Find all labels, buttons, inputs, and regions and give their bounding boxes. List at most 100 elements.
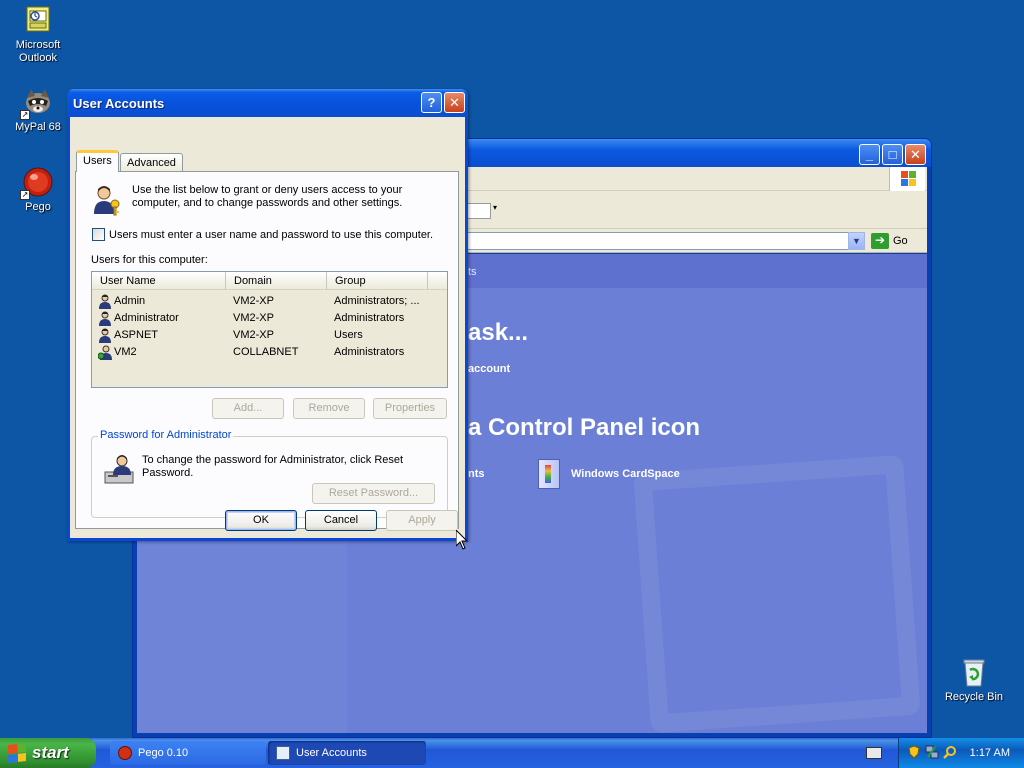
cancel-button[interactable]: Cancel xyxy=(305,510,377,531)
pego-icon xyxy=(118,746,132,760)
system-tray: 1:17 AM xyxy=(898,738,1024,768)
taskbar-button-user-accounts[interactable]: User Accounts xyxy=(268,741,426,765)
table-row[interactable]: VM2 COLLABNET Administrators xyxy=(92,344,447,361)
group-cell: Administrators xyxy=(334,312,405,324)
taskbar-button-pego[interactable]: Pego 0.10 xyxy=(110,741,266,765)
require-password-label[interactable]: Users must enter a user name and passwor… xyxy=(109,229,433,241)
user-icon xyxy=(98,311,113,326)
desktop-icon-mypal[interactable]: ↗ MyPal 68 xyxy=(0,86,76,134)
mouse-cursor-icon xyxy=(455,528,469,550)
keyboard-icon[interactable] xyxy=(866,747,882,759)
user-name-cell: ASPNET xyxy=(114,329,159,341)
group-cell: Administrators xyxy=(334,346,405,358)
password-group-title: Password for Administrator xyxy=(98,429,234,441)
pick-task-heading: ask... xyxy=(468,319,529,346)
search-icon[interactable] xyxy=(943,745,957,759)
network-icon[interactable] xyxy=(925,745,939,759)
desktop-icon-label: MyPal 68 xyxy=(15,121,61,133)
user-name-cell: Admin xyxy=(114,295,146,307)
views-icon[interactable] xyxy=(467,203,491,219)
go-button[interactable]: ➔ Go xyxy=(871,232,921,250)
header-text: ts xyxy=(468,266,477,278)
taskbar-button-label: User Accounts xyxy=(296,747,367,759)
minimize-button[interactable]: _ xyxy=(859,144,880,165)
windows-flag-icon xyxy=(8,743,26,763)
control-panel-item-accounts[interactable]: nts xyxy=(468,468,485,480)
user-icon xyxy=(98,294,113,309)
user-accounts-dialog[interactable]: User Accounts ? ✕ Users Advanced Use the… xyxy=(67,89,468,541)
group-cell: Users xyxy=(334,329,363,341)
help-button[interactable]: ? xyxy=(421,92,442,113)
desktop-icon-outlook[interactable]: Microsoft Outlook xyxy=(0,4,76,65)
dialog-titlebar[interactable]: User Accounts ? ✕ xyxy=(67,89,468,117)
desktop-icon-label: Microsoft xyxy=(15,39,61,51)
password-groupbox: Password for Administrator To change the… xyxy=(91,429,448,518)
tab-advanced[interactable]: Advanced xyxy=(120,153,183,173)
shortcut-arrow-icon: ↗ xyxy=(20,190,30,200)
users-list-header: User Name Domain Group xyxy=(92,272,447,290)
shortcut-arrow-icon: ↗ xyxy=(20,110,30,120)
users-icon xyxy=(92,184,124,216)
taskbar-button-label: Pego 0.10 xyxy=(138,747,189,759)
maximize-button[interactable]: □ xyxy=(882,144,903,165)
apply-button[interactable]: Apply xyxy=(386,510,458,531)
address-dropdown-icon[interactable]: ▼ xyxy=(848,232,865,250)
user-name-cell: Administrator xyxy=(114,312,179,324)
recycle-bin-icon xyxy=(958,656,990,688)
pego-icon: ↗ xyxy=(20,166,54,200)
reset-password-button[interactable]: Reset Password... xyxy=(312,483,435,504)
go-arrow-icon: ➔ xyxy=(871,233,889,249)
column-user-name[interactable]: User Name xyxy=(92,272,226,290)
user-icon xyxy=(98,328,113,343)
start-label: start xyxy=(32,743,69,762)
user-computer-icon xyxy=(104,453,136,485)
control-panel-item-cardspace[interactable]: Windows CardSpace xyxy=(571,468,680,480)
domain-user-icon xyxy=(97,345,113,360)
domain-cell: COLLABNET xyxy=(233,346,299,358)
table-row[interactable]: ASPNET VM2-XP Users xyxy=(92,327,447,344)
users-tab-panel: Use the list below to grant or deny user… xyxy=(75,171,459,529)
require-password-checkbox[interactable] xyxy=(92,228,105,241)
views-dropdown-arrow-icon[interactable]: ▾ xyxy=(493,203,497,212)
watermark-checkmark-icon xyxy=(633,454,921,734)
windows-logo-icon xyxy=(889,167,925,191)
pick-icon-heading: a Control Panel icon xyxy=(468,414,701,441)
security-shield-icon[interactable] xyxy=(907,745,921,759)
table-row[interactable]: Admin VM2-XP Administrators; ... xyxy=(92,293,447,310)
column-group[interactable]: Group xyxy=(327,272,428,290)
remove-button[interactable]: Remove xyxy=(293,398,365,419)
close-button[interactable]: ✕ xyxy=(905,144,926,165)
domain-cell: VM2-XP xyxy=(233,312,274,324)
group-cell: Administrators; ... xyxy=(334,295,420,307)
desktop-icon-label: Recycle Bin xyxy=(944,691,1004,703)
cardspace-icon[interactable] xyxy=(538,459,560,489)
properties-button[interactable]: Properties xyxy=(373,398,447,419)
users-list[interactable]: User Name Domain Group Admin VM2-XP Admi… xyxy=(91,271,448,388)
user-name-cell: VM2 xyxy=(114,346,137,358)
start-button[interactable]: start xyxy=(0,738,96,768)
desktop-icon-recycle-bin[interactable]: Recycle Bin xyxy=(936,656,1012,704)
add-button[interactable]: Add... xyxy=(212,398,284,419)
go-label: Go xyxy=(893,235,908,247)
clock[interactable]: 1:17 AM xyxy=(970,747,1010,759)
close-button[interactable]: ✕ xyxy=(444,92,465,113)
outlook-icon xyxy=(22,4,54,36)
task-link-account[interactable]: account xyxy=(468,363,510,375)
tab-users[interactable]: Users xyxy=(76,150,119,172)
ok-button[interactable]: OK xyxy=(225,510,297,531)
desktop-icon-label: Pego xyxy=(25,201,51,213)
intro-text: Use the list below to grant or deny user… xyxy=(132,184,403,209)
require-password-row[interactable]: Users must enter a user name and passwor… xyxy=(92,228,433,241)
dialog-title: User Accounts xyxy=(73,96,165,111)
desktop-icon-label-2: Outlook xyxy=(19,52,57,64)
domain-cell: VM2-XP xyxy=(233,295,274,307)
domain-cell: VM2-XP xyxy=(233,329,274,341)
user-accounts-icon xyxy=(276,746,290,760)
dialog-body: Users Advanced Use the list below to gra… xyxy=(70,117,465,538)
column-domain[interactable]: Domain xyxy=(226,272,327,290)
table-row[interactable]: Administrator VM2-XP Administrators xyxy=(92,310,447,327)
raccoon-icon: ↗ xyxy=(20,86,54,120)
users-for-computer-label: Users for this computer: xyxy=(91,254,208,266)
desktop-icon-pego[interactable]: ↗ Pego xyxy=(0,166,76,214)
taskbar: start Pego 0.10 User Accounts 1:17 AM xyxy=(0,738,1024,768)
